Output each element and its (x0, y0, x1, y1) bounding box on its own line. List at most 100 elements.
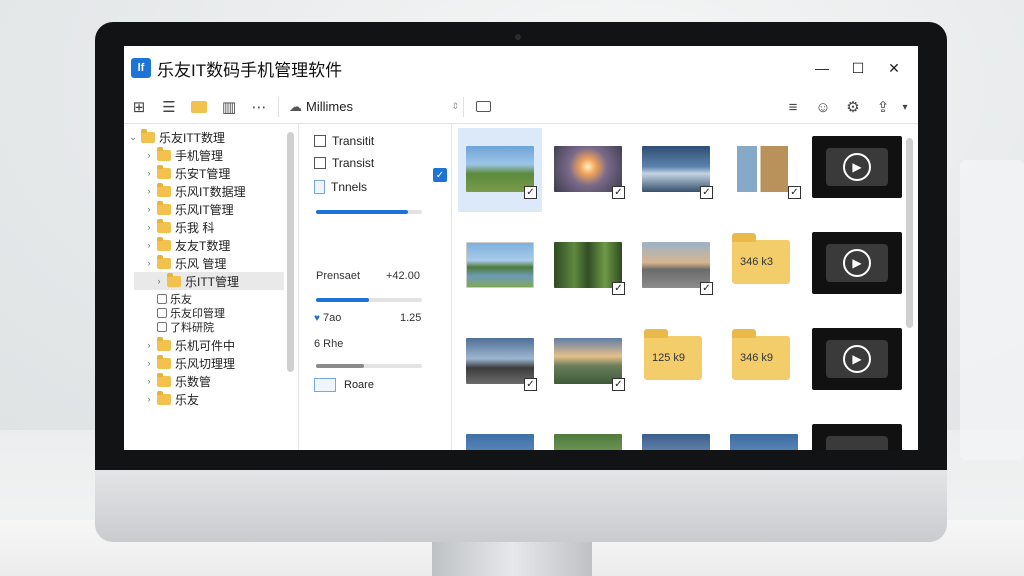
checkbox[interactable]: ✓ (612, 282, 625, 295)
play-icon[interactable]: ▶ (843, 345, 871, 373)
tree-item[interactable]: › 乐风IT管理 (144, 200, 234, 218)
tree-scrollbar[interactable] (287, 132, 294, 372)
tree-item[interactable]: ⌄ 乐友ITT数理 (128, 128, 225, 146)
folder-icon (157, 218, 171, 233)
checked-checkbox[interactable]: ✓ (433, 168, 447, 182)
grid-item-photo[interactable] (634, 416, 718, 450)
option-tnnels[interactable]: Tnnels (314, 180, 367, 194)
grid-item-photo[interactable] (458, 224, 542, 308)
grid-item-photo[interactable]: ✓ (546, 128, 630, 212)
tree-item[interactable]: › 乐我 科 (144, 218, 214, 236)
folder-icon (157, 390, 171, 405)
chevron-right-icon[interactable]: › (144, 358, 154, 368)
tree-item[interactable]: › 乐风切理理 (144, 354, 235, 372)
tree-item-label: 友友T数理 (175, 238, 231, 253)
tree-item[interactable]: › 乐安T管理 (144, 164, 230, 182)
background-shelf (960, 160, 1024, 460)
sort-icon[interactable]: ☰ (154, 94, 184, 120)
option-label: Transist (332, 156, 375, 170)
tree-item[interactable]: › 乐风IT数据理 (144, 182, 246, 200)
settings-icon[interactable]: ⚙ (838, 94, 868, 120)
checkbox[interactable]: ✓ (700, 282, 713, 295)
chevron-right-icon[interactable]: › (144, 222, 154, 232)
folder-icon (157, 354, 171, 369)
video-frame: ▶ (826, 244, 888, 282)
grid-item-photo[interactable]: ✓ (546, 224, 630, 308)
option-roare[interactable]: Roare (314, 378, 374, 392)
grid-item-photo[interactable]: ✓ (722, 128, 806, 212)
chevron-right-icon[interactable]: › (144, 258, 154, 268)
chevron-right-icon[interactable]: › (144, 150, 154, 160)
chevron-right-icon[interactable]: › (144, 340, 154, 350)
share-icon[interactable]: ⇪ (868, 94, 898, 120)
grid-item-video[interactable]: ▶ (810, 320, 904, 404)
folder-icon: 346 k3 (732, 233, 790, 284)
tree-item[interactable]: › 乐风 管理 (144, 254, 226, 272)
video-frame (826, 436, 888, 450)
chevron-right-icon[interactable]: › (144, 204, 154, 214)
tree-item-selected[interactable]: › 乐ITT管理 (134, 272, 284, 290)
open-folder-icon[interactable] (468, 94, 498, 120)
folder-size: 346 k3 (740, 256, 774, 268)
grid-item-photo[interactable]: ✓ (634, 128, 718, 212)
play-icon[interactable]: ▶ (843, 153, 871, 181)
tree-item[interactable]: › 手机管理 (144, 146, 223, 164)
grid-item-photo[interactable]: ✓ (458, 320, 542, 404)
grid-item-video[interactable]: ▶ (810, 128, 904, 212)
tree-item[interactable]: › 乐友 (144, 390, 199, 408)
chevron-down-icon[interactable]: ⌄ (128, 132, 138, 143)
checkbox[interactable]: ✓ (700, 186, 713, 199)
media-grid: ✓ ✓ ✓ ✓ ▶ ✓ ✓ 346 k3 ▶ ✓ ✓ 125 k9 346 k9… (454, 124, 904, 450)
chevron-right-icon[interactable]: › (144, 186, 154, 196)
folder-icon (157, 372, 171, 387)
tree-item[interactable]: › 友友T数理 (144, 236, 230, 254)
checkbox[interactable]: ✓ (612, 186, 625, 199)
chevron-right-icon[interactable]: › (144, 168, 154, 178)
option-transitit[interactable]: Transitit (314, 134, 374, 148)
option-transist[interactable]: Transist (314, 156, 374, 170)
photo-thumbnail (466, 242, 534, 288)
grid-scrollbar[interactable] (906, 138, 913, 328)
list-icon[interactable]: ≡ (778, 94, 808, 120)
grid-item-video[interactable] (810, 416, 904, 450)
chevron-right-icon[interactable]: › (154, 276, 164, 286)
grid-item-folder[interactable]: 346 k9 (722, 320, 806, 404)
checkbox[interactable] (314, 157, 326, 169)
chevron-right-icon[interactable]: › (144, 394, 154, 404)
grid-item-photo[interactable]: ✓ (634, 224, 718, 308)
grid-item-photo[interactable]: ✓ (458, 128, 542, 212)
tree-item[interactable]: › 乐数管 (144, 372, 211, 390)
app-window: lf 乐友IT数码手机管理软件 — ☐ ✕ ⊞ ☰ ▥ ⋯ ☁ Millimes… (124, 46, 918, 450)
app-title: 乐友IT数码手机管理软件 (157, 60, 343, 80)
close-button[interactable]: ✕ (876, 56, 912, 80)
tree-item-label: 了料研院 (170, 322, 214, 334)
checkbox[interactable]: ✓ (524, 186, 537, 199)
grid-item-photo[interactable] (722, 416, 806, 450)
checkbox[interactable] (314, 135, 326, 147)
chevron-right-icon[interactable]: › (144, 376, 154, 386)
columns-icon[interactable]: ▥ (214, 94, 244, 120)
play-icon[interactable]: ▶ (843, 249, 871, 277)
folder-icon[interactable] (184, 94, 214, 120)
tree-item[interactable]: 了料研院 (154, 318, 214, 336)
filter-icon[interactable]: ⊞ (124, 94, 154, 120)
more-icon[interactable]: ⋯ (244, 94, 274, 120)
tree-item[interactable]: › 乐机可件中 (144, 336, 235, 354)
grid-item-folder[interactable]: 125 k9 (634, 320, 718, 404)
grid-item-video[interactable]: ▶ (810, 224, 904, 308)
checkbox[interactable]: ✓ (612, 378, 625, 391)
path-selector[interactable]: ☁ Millimes ⇕ (289, 94, 459, 120)
maximize-button[interactable]: ☐ (840, 56, 876, 80)
chevron-right-icon[interactable]: › (144, 240, 154, 250)
tree-item-label: 手机管理 (175, 148, 224, 163)
grid-item-photo[interactable] (546, 416, 630, 450)
checkbox[interactable]: ✓ (788, 186, 801, 199)
cloud-icon: ☁ (289, 98, 302, 114)
user-icon[interactable]: ☺ (808, 94, 838, 120)
checkbox[interactable]: ✓ (524, 378, 537, 391)
minimize-button[interactable]: — (804, 56, 840, 80)
grid-item-photo[interactable] (458, 416, 542, 450)
chevron-down-icon[interactable]: ▾ (898, 94, 912, 120)
grid-item-folder[interactable]: 346 k3 (722, 224, 806, 308)
grid-item-photo[interactable]: ✓ (546, 320, 630, 404)
